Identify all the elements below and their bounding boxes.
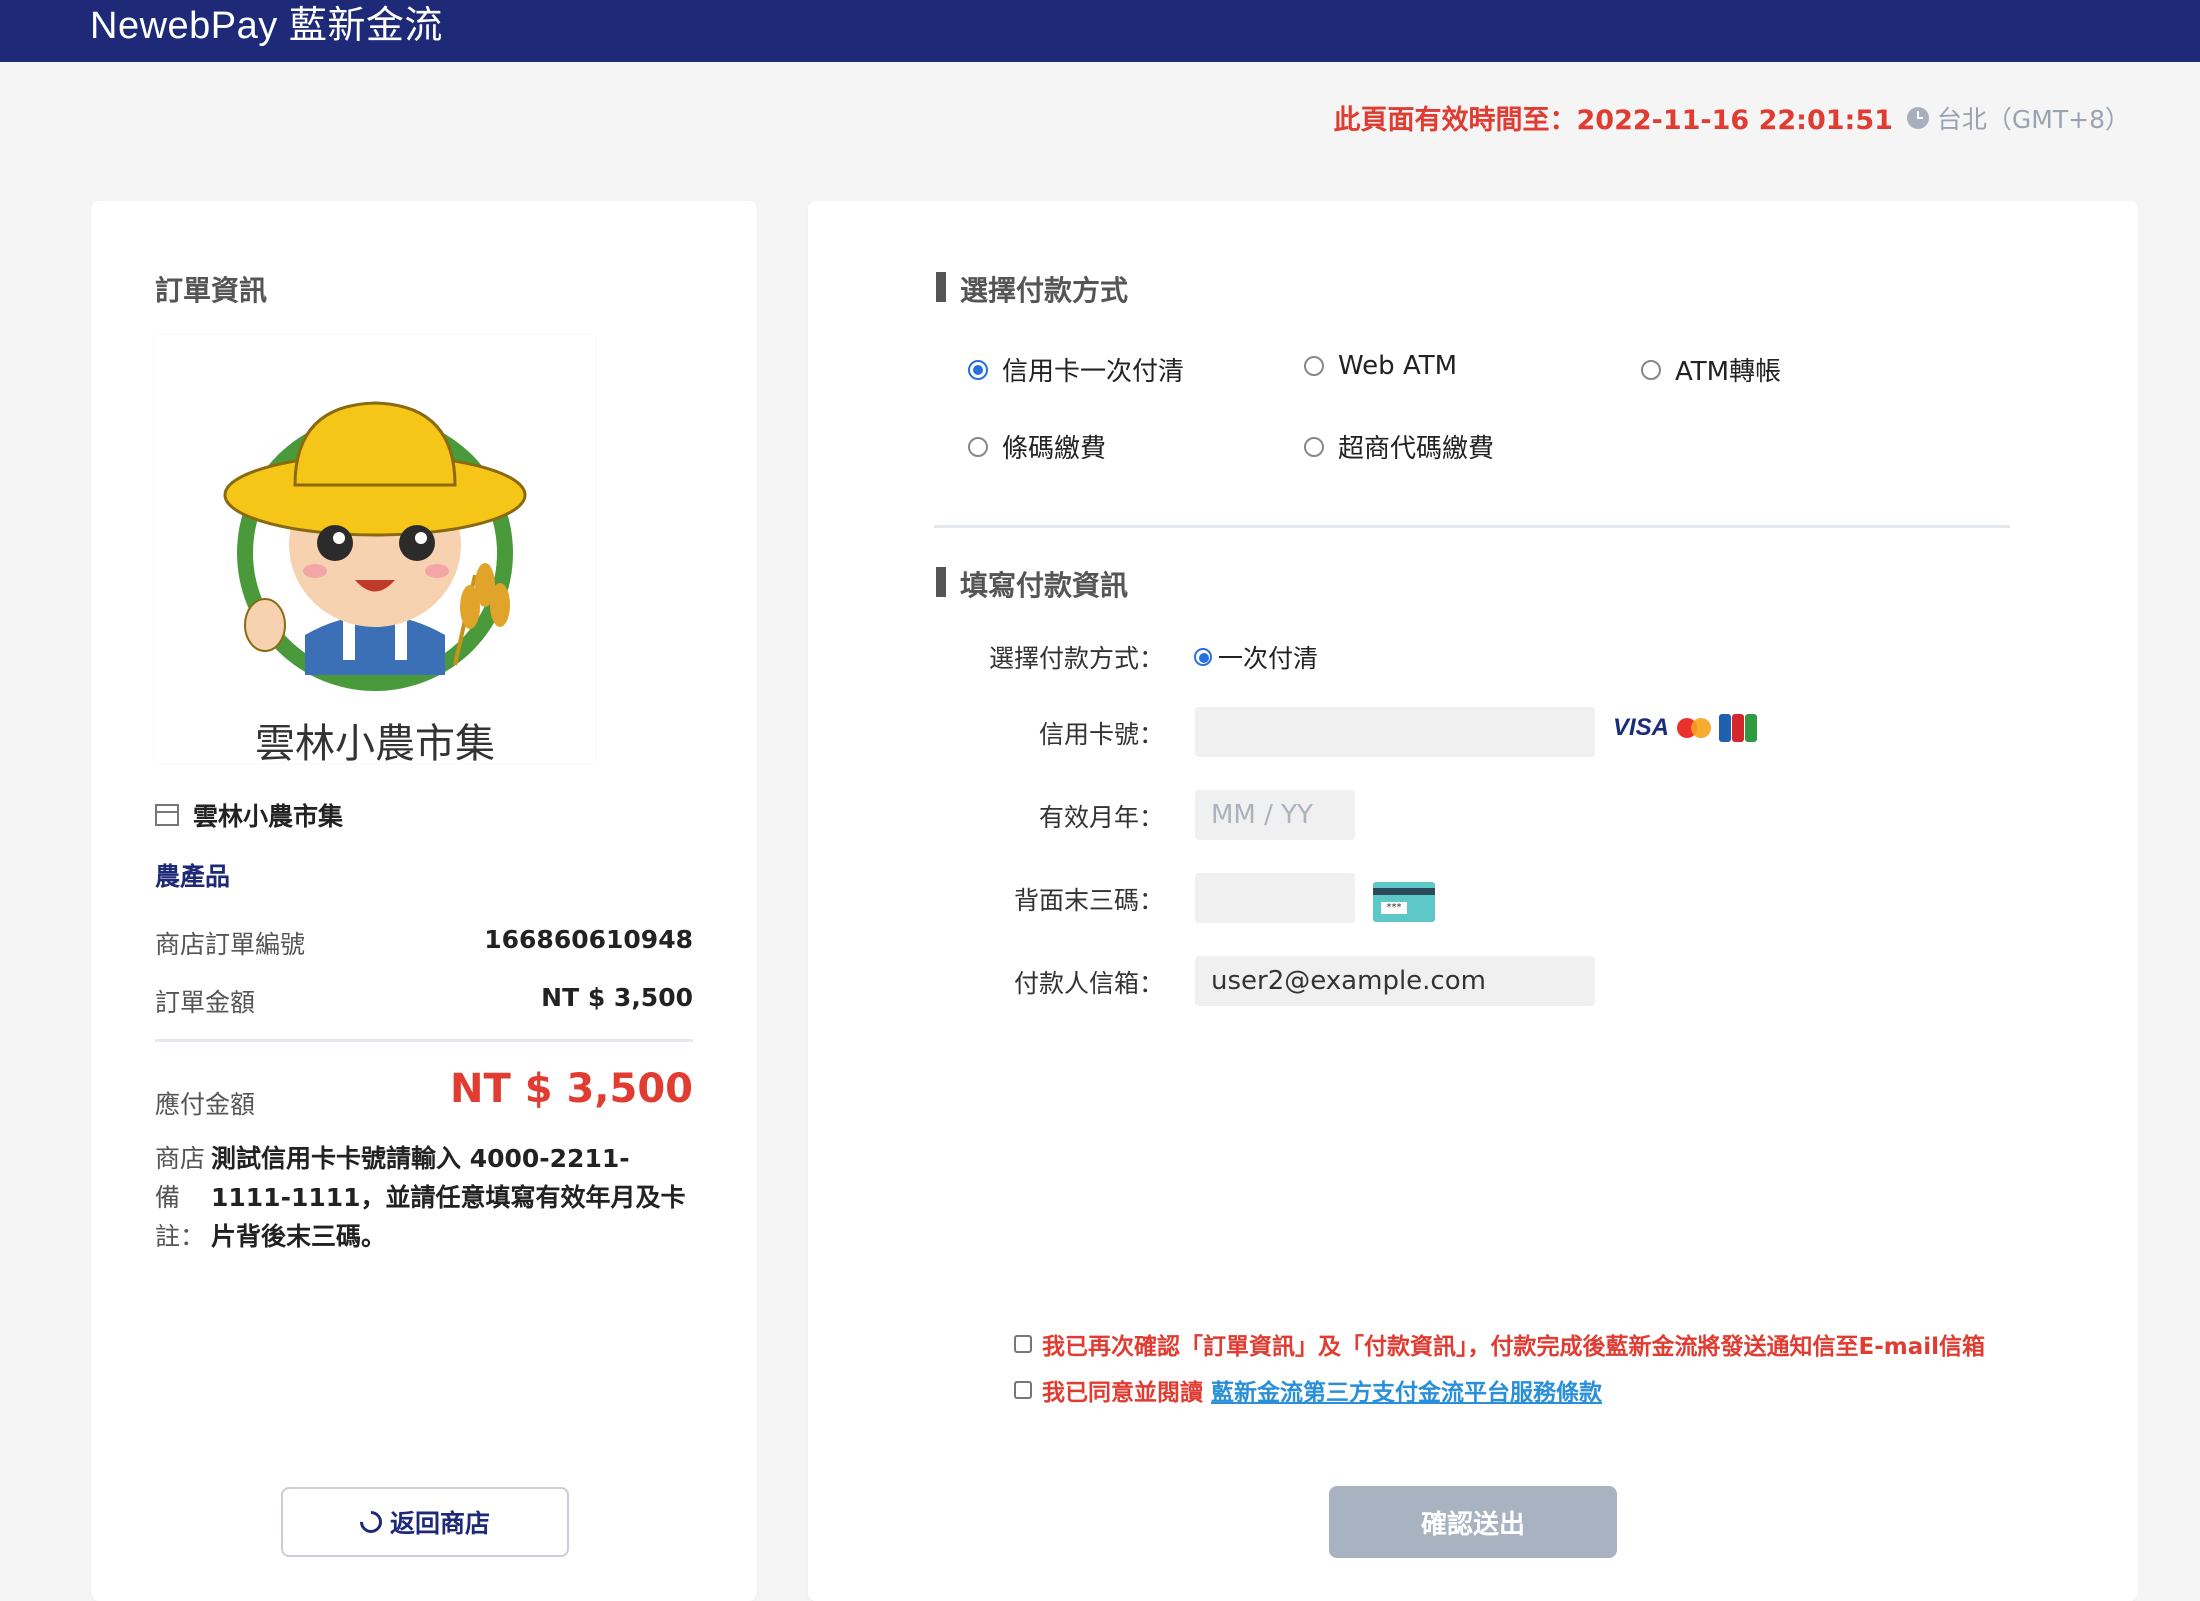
payment-option-label: 超商代碼繳費	[1338, 434, 1495, 464]
order-info-card: 訂單資訊 雲林小農市集 雲林小農市集 農產品 商店訂單編號 1668606109…	[91, 201, 757, 1601]
radio-selected[interactable]	[1194, 648, 1212, 666]
payment-option-label: 信用卡一次付清	[1002, 357, 1185, 387]
agree-terms-checkbox-row[interactable]: 我已同意並閱讀 藍新金流第三方支付金流平台服務條款	[1014, 1373, 1602, 1407]
radio-selected[interactable]	[968, 359, 988, 380]
payment-option-label: 條碼繳費	[1002, 434, 1107, 464]
card-number-label: 信用卡號：	[1038, 720, 1164, 749]
agree-terms-text: 我已同意並閱讀	[1042, 1380, 1203, 1406]
jcb-icon	[1719, 714, 1758, 742]
card-number-input[interactable]	[1195, 707, 1595, 757]
payment-option-credit-card[interactable]: 信用卡一次付清	[968, 351, 1184, 388]
expiry-date-input[interactable]: MM / YY	[1195, 790, 1355, 840]
section-divider	[934, 525, 2010, 528]
store-name-row: 雲林小農市集	[155, 797, 343, 833]
confirm-info-checkbox[interactable]	[1014, 1335, 1032, 1353]
payment-option-atm-transfer[interactable]: ATM轉帳	[1641, 351, 1781, 388]
payment-option-label: Web ATM	[1338, 351, 1458, 381]
radio-unselected[interactable]	[1304, 436, 1324, 457]
clock-icon	[1906, 106, 1929, 129]
installment-option[interactable]: 一次付清	[1194, 639, 1318, 675]
store-note-label: 商店備註：	[155, 1144, 206, 1251]
cvv-input[interactable]	[1195, 873, 1355, 923]
back-to-store-button[interactable]: 返回商店	[281, 1487, 569, 1557]
logo-caption: 雲林小農市集	[255, 721, 495, 767]
timezone-label: 台北（GMT+8）	[1936, 104, 2130, 134]
order-number-row: 商店訂單編號 166860610948	[155, 925, 693, 961]
email-input[interactable]: user2@example.com	[1195, 956, 1595, 1006]
card-brand-logos: VISA	[1613, 714, 1758, 742]
expiry-date-label: 有效月年：	[1038, 803, 1164, 832]
back-to-store-label: 返回商店	[389, 1509, 490, 1538]
confirm-info-text: 我已再次確認「訂單資訊」及「付款資訊」，付款完成後藍新金流將發送通知信至E-ma…	[1042, 1334, 1986, 1360]
cvv-label: 背面末三碼：	[1013, 886, 1164, 915]
card-back-cvv-icon	[1373, 882, 1435, 922]
store-logo: 雲林小農市集	[155, 335, 595, 767]
payment-card: 選擇付款方式 信用卡一次付清 Web ATM ATM轉帳 條碼繳費 超商代碼繳費…	[808, 201, 2138, 1601]
radio-unselected[interactable]	[968, 436, 988, 457]
expiry-placeholder: MM / YY	[1211, 800, 1313, 830]
order-amount-label: 訂單金額	[155, 988, 256, 1017]
heading-marker	[936, 567, 946, 597]
order-divider	[155, 1039, 693, 1042]
store-icon	[155, 804, 179, 826]
mastercard-icon	[1677, 718, 1712, 738]
method-label: 選擇付款方式：	[988, 644, 1164, 673]
email-label: 付款人信箱：	[1013, 969, 1164, 998]
product-category: 農產品	[155, 862, 231, 891]
payment-info-title: 填寫付款資訊	[960, 569, 1129, 602]
heading-marker	[936, 272, 946, 302]
brand-logo: NewebPay 藍新金流	[90, 5, 443, 47]
terms-of-service-link[interactable]: 藍新金流第三方支付金流平台服務條款	[1211, 1373, 1602, 1407]
payment-option-cvs-code[interactable]: 超商代碼繳費	[1304, 428, 1494, 465]
page-expiry-notice: 此頁面有效時間至：2022-11-16 22:01:51 台北（GMT+8）	[1334, 98, 2131, 137]
confirm-submit-button[interactable]: 確認送出	[1329, 1486, 1617, 1558]
store-note-text: 測試信用卡卡號請輸入 4000-2211-1111-1111，並請任意填寫有效年…	[211, 1144, 686, 1251]
radio-unselected[interactable]	[1641, 359, 1661, 380]
select-payment-title: 選擇付款方式	[960, 274, 1129, 307]
store-name: 雲林小農市集	[193, 802, 344, 831]
order-amount-value: NT $ 3,500	[541, 983, 693, 1012]
payment-option-web-atm[interactable]: Web ATM	[1304, 351, 1457, 381]
farmer-mascot-image	[223, 401, 527, 691]
expiry-time: 此頁面有效時間至：2022-11-16 22:01:51	[1333, 105, 1893, 136]
visa-icon: VISA	[1613, 714, 1670, 741]
store-note: 商店備註： 測試信用卡卡號請輸入 4000-2211-1111-1111，並請任…	[155, 1139, 693, 1256]
order-number-value: 166860610948	[484, 925, 693, 954]
payment-option-label: ATM轉帳	[1675, 357, 1782, 387]
order-number-label: 商店訂單編號	[155, 930, 306, 959]
order-info-title: 訂單資訊	[155, 274, 268, 307]
top-header-bar: NewebPay 藍新金流	[0, 0, 2200, 62]
payable-label: 應付金額	[155, 1090, 256, 1119]
radio-unselected[interactable]	[1304, 356, 1324, 376]
confirm-info-checkbox-row[interactable]: 我已再次確認「訂單資訊」及「付款資訊」，付款完成後藍新金流將發送通知信至E-ma…	[1014, 1327, 1985, 1361]
return-icon	[355, 1506, 387, 1538]
installment-option-label: 一次付清	[1218, 644, 1319, 673]
order-amount-row: 訂單金額 NT $ 3,500	[155, 983, 693, 1019]
agree-terms-checkbox[interactable]	[1014, 1381, 1032, 1399]
payable-amount: NT $ 3,500	[450, 1066, 693, 1112]
payment-option-barcode[interactable]: 條碼繳費	[968, 428, 1106, 465]
